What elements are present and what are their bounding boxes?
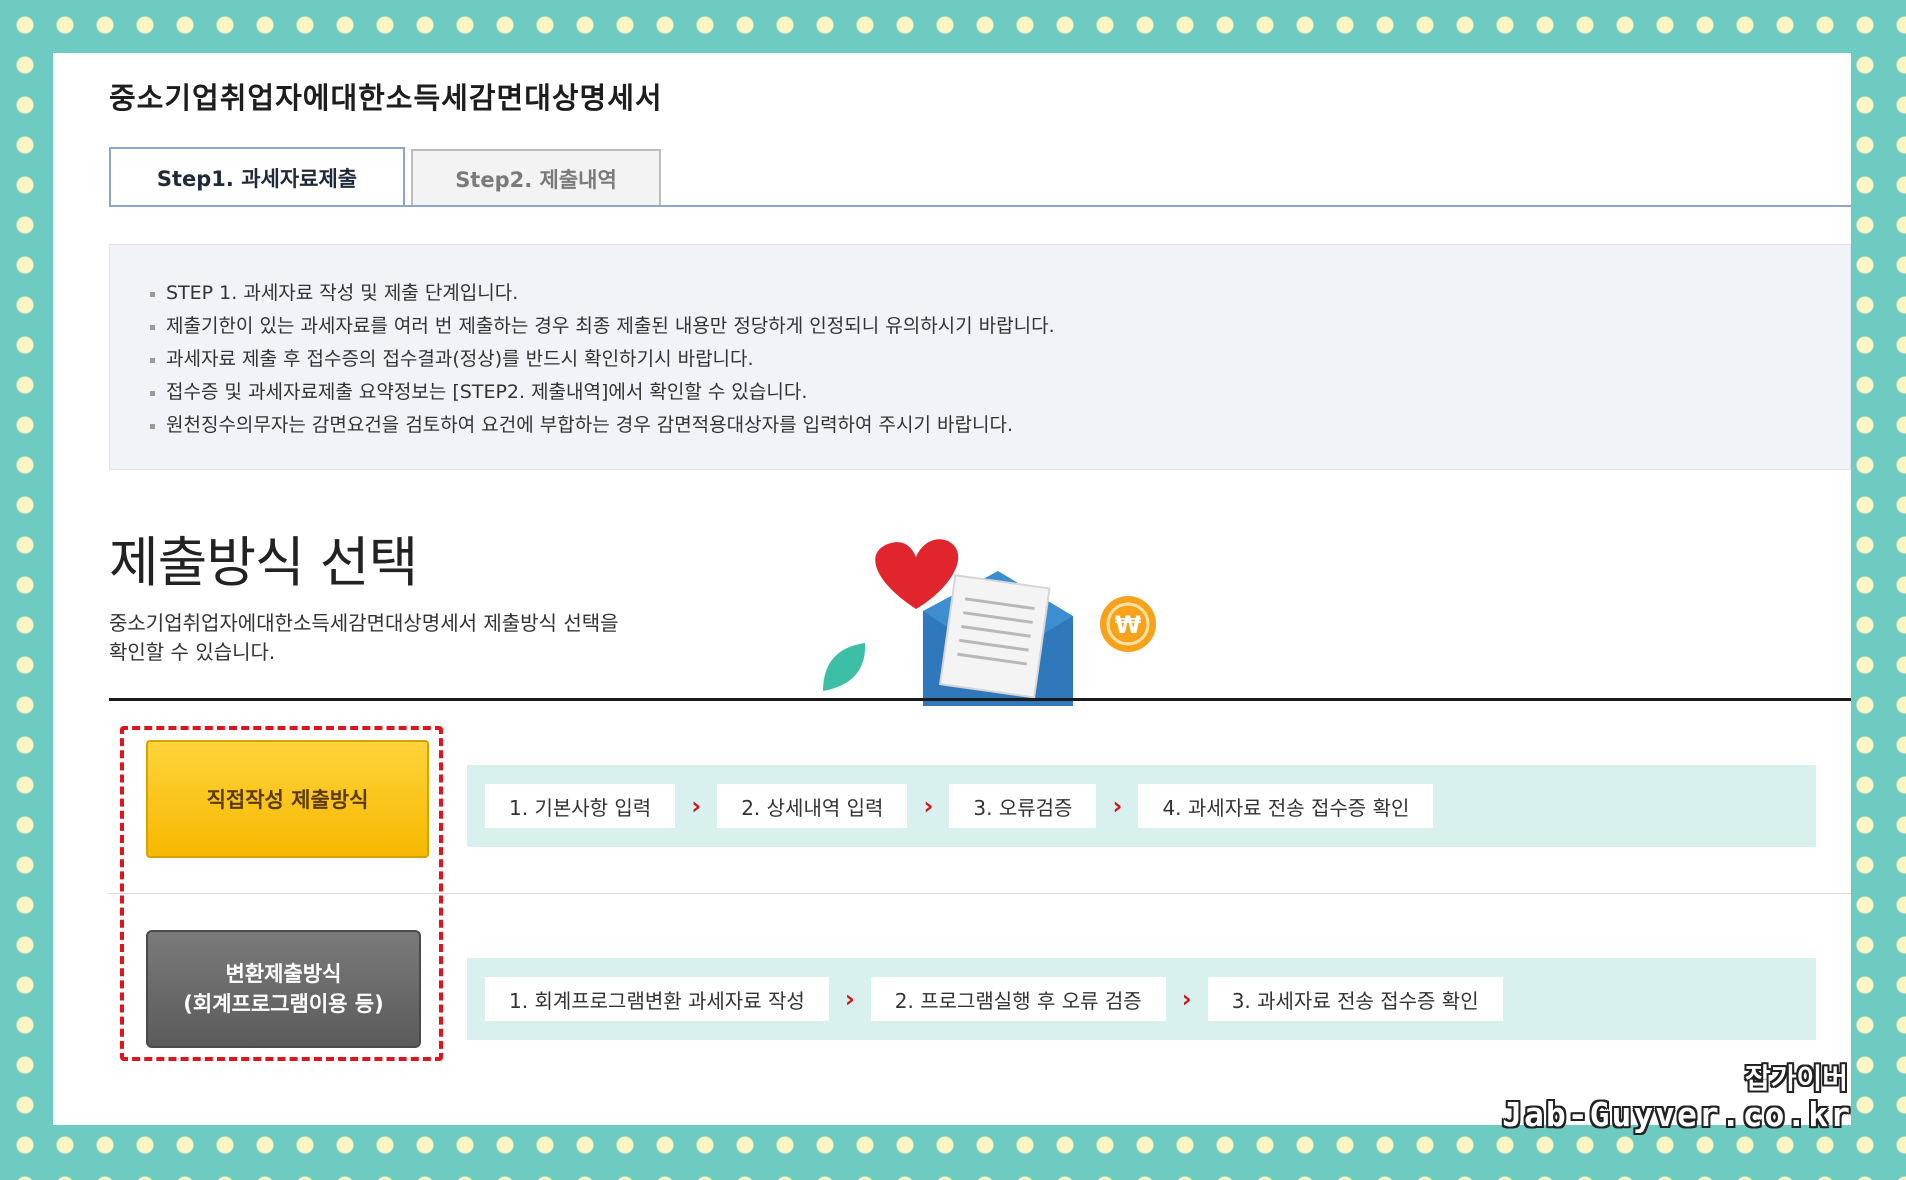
- direct-step-3: 3. 오류검증: [949, 784, 1097, 828]
- section-desc-line: 확인할 수 있습니다.: [109, 640, 276, 664]
- direct-step-1: 1. 기본사항 입력: [485, 784, 676, 828]
- heart-icon: [875, 539, 959, 609]
- chevron-right-icon: ›: [1112, 792, 1123, 820]
- convert-submit-button[interactable]: 변환제출방식 (회계프로그램이용 등): [146, 930, 421, 1048]
- direct-step-2: 2. 상세내역 입력: [717, 784, 908, 828]
- notice-box: STEP 1. 과세자료 작성 및 제출 단계입니다. 제출기한이 있는 과세자…: [109, 244, 1851, 470]
- notice-item: 원천징수의무자는 감면요건을 검토하여 요건에 부합하는 경우 감면적용대상자를…: [146, 409, 1814, 442]
- tab-step2[interactable]: Step2. 제출내역: [411, 149, 661, 207]
- direct-step-4: 4. 과세자료 전송 접수증 확인: [1138, 784, 1434, 828]
- chevron-right-icon: ›: [691, 792, 702, 820]
- chevron-right-icon: ›: [1181, 985, 1192, 1013]
- watermark: 잡가이버 Jab-Guyver.co.kr: [1502, 1062, 1852, 1134]
- tab-underline: [109, 205, 1851, 207]
- watermark-title: 잡가이버: [1744, 1062, 1848, 1095]
- chevron-right-icon: ›: [844, 985, 855, 1013]
- convert-button-sublabel: (회계프로그램이용 등): [183, 992, 384, 1016]
- notice-item: STEP 1. 과세자료 작성 및 제출 단계입니다.: [146, 277, 1814, 310]
- page-title: 중소기업취업자에대한소득세감면대상명세서: [109, 81, 663, 115]
- section-desc-line: 중소기업취업자에대한소득세감면대상명세서 제출방식 선택을: [109, 611, 619, 635]
- svg-text:₩: ₩: [1115, 611, 1142, 639]
- section-description: 중소기업취업자에대한소득세감면대상명세서 제출방식 선택을 확인할 수 있습니다…: [109, 609, 749, 667]
- document-icon: [938, 574, 1051, 699]
- convert-process-flow: 1. 회계프로그램변환 과세자료 작성 › 2. 프로그램실행 후 오류 검증 …: [467, 958, 1816, 1040]
- section-title: 제출방식 선택: [109, 531, 418, 594]
- tab-step1[interactable]: Step1. 과세자료제출: [109, 147, 405, 207]
- direct-submit-button[interactable]: 직접작성 제출방식: [146, 740, 429, 858]
- won-coin-icon: ₩: [1100, 596, 1156, 652]
- section-divider: [109, 698, 1851, 701]
- direct-process-flow: 1. 기본사항 입력 › 2. 상세내역 입력 › 3. 오류검증 › 4. 과…: [467, 765, 1816, 847]
- notice-item: 과세자료 제출 후 접수증의 접수결과(정상)를 반드시 확인하기시 바랍니다.: [146, 343, 1814, 376]
- notice-item: 제출기한이 있는 과세자료를 여러 번 제출하는 경우 최종 제출된 내용만 정…: [146, 310, 1814, 343]
- convert-button-label: 변환제출방식: [225, 962, 342, 986]
- convert-step-2: 2. 프로그램실행 후 오류 검증: [870, 977, 1166, 1021]
- main-panel: 중소기업취업자에대한소득세감면대상명세서 Step1. 과세자료제출 Step2…: [53, 53, 1851, 1125]
- notice-item: 접수증 및 과세자료제출 요약정보는 [STEP2. 제출내역]에서 확인할 수…: [146, 376, 1814, 409]
- convert-step-3: 3. 과세자료 전송 접수증 확인: [1207, 977, 1503, 1021]
- chevron-right-icon: ›: [923, 792, 934, 820]
- leaf-icon: [823, 643, 866, 691]
- watermark-url: Jab-Guyver.co.kr: [1502, 1095, 1852, 1134]
- convert-step-1: 1. 회계프로그램변환 과세자료 작성: [485, 977, 829, 1021]
- submission-illustration: ₩: [823, 539, 1156, 706]
